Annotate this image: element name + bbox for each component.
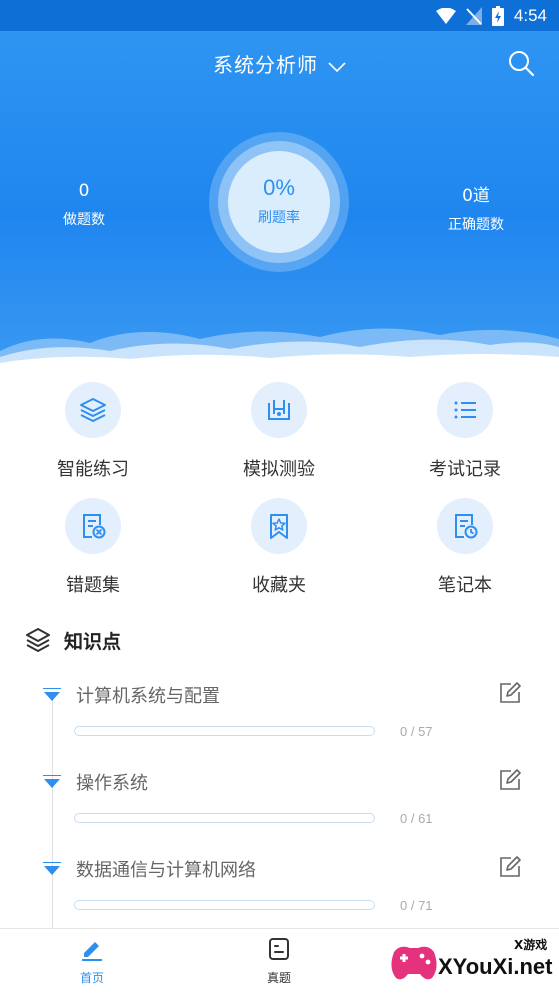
grid-item-wrong-questions[interactable]: 错题集 xyxy=(13,498,173,597)
wrong-doc-icon xyxy=(83,514,106,539)
progress-count: 0 / 71 xyxy=(400,898,433,913)
grid-icon-circle xyxy=(437,382,493,438)
watermark-small: X游戏 xyxy=(514,938,548,952)
gamepad-logo-icon xyxy=(391,946,437,980)
bookmark-star-icon xyxy=(270,514,288,539)
grid-label: 错题集 xyxy=(66,575,120,596)
correct-label: 正确题数 xyxy=(448,217,504,233)
done-label: 做题数 xyxy=(63,212,105,228)
grid-icon-circle xyxy=(65,382,121,438)
rate-circle: 0% 刷题率 xyxy=(228,151,330,253)
watermark-text: XYouXi.net xyxy=(438,954,553,979)
app-screen: { "status_bar": { "time": "4:54" }, "hea… xyxy=(0,0,559,994)
knowledge-item[interactable]: 操作系统 0 / 61 xyxy=(0,769,559,849)
nav-past-exams[interactable]: 真题 xyxy=(239,937,319,986)
grid-item-mock-test[interactable]: 模拟测验 xyxy=(199,382,359,481)
knowledge-item[interactable]: 数据通信与计算机网络 0 / 71 xyxy=(0,856,559,936)
site-watermark: X游戏 XYouXi.net xyxy=(388,932,558,990)
header-hero: 系统分析师 0 做题数 0% 刷题率 0道 正确题数 xyxy=(0,31,559,366)
flask-icon xyxy=(268,400,290,420)
grid-label: 考试记录 xyxy=(429,459,501,480)
grid-item-exam-records[interactable]: 考试记录 xyxy=(385,382,545,481)
correct-count: 0道 xyxy=(462,186,490,206)
grid-item-favorites[interactable]: 收藏夹 xyxy=(199,498,359,597)
grid-icon-circle xyxy=(251,498,307,554)
knowledge-header: 知识点 xyxy=(24,626,121,654)
exam-icon xyxy=(269,938,289,960)
grid-item-smart-practice[interactable]: 智能练习 xyxy=(13,382,173,481)
pencil-icon xyxy=(82,942,102,961)
knowledge-item-title: 操作系统 xyxy=(76,773,148,794)
subject-selector[interactable]: 系统分析师 xyxy=(0,49,559,78)
nav-label: 真题 xyxy=(266,971,291,985)
stat-done: 0 做题数 xyxy=(4,181,164,229)
grid-icon-circle xyxy=(65,498,121,554)
notebook-clock-icon xyxy=(455,514,478,539)
wifi-icon xyxy=(435,8,456,24)
knowledge-item[interactable]: 计算机系统与配置 0 / 57 xyxy=(0,682,559,762)
edit-icon[interactable] xyxy=(499,682,521,704)
progress-bar xyxy=(74,726,375,736)
progress-bar xyxy=(74,813,375,823)
progress-bar xyxy=(74,900,375,910)
grid-label: 笔记本 xyxy=(438,575,492,596)
search-icon[interactable] xyxy=(507,49,535,77)
knowledge-item-title: 数据通信与计算机网络 xyxy=(76,860,256,881)
status-bar: 4:54 xyxy=(0,0,559,31)
stat-correct: 0道 正确题数 xyxy=(396,181,556,234)
progress-count: 0 / 57 xyxy=(400,724,433,739)
grid-label: 智能练习 xyxy=(57,459,129,480)
edit-icon[interactable] xyxy=(499,856,521,878)
expand-triangle-icon[interactable] xyxy=(43,775,61,789)
knowledge-title: 知识点 xyxy=(64,630,122,653)
layers-icon xyxy=(26,628,50,652)
done-count: 0 xyxy=(78,181,90,201)
grid-icon-circle xyxy=(251,382,307,438)
no-signal-icon xyxy=(465,7,482,25)
grid-item-notebook[interactable]: 笔记本 xyxy=(385,498,545,597)
layers-icon xyxy=(80,398,106,422)
nav-label: 首页 xyxy=(79,971,104,985)
grid-label: 收藏夹 xyxy=(252,575,306,596)
nav-home[interactable]: 首页 xyxy=(52,937,132,986)
list-icon xyxy=(454,401,476,419)
cloud-waves xyxy=(0,328,559,366)
subject-title: 系统分析师 xyxy=(213,53,318,77)
status-icons: 4:54 xyxy=(435,5,547,27)
chevron-down-icon xyxy=(328,61,346,72)
rate-value: 0% xyxy=(263,175,295,200)
expand-triangle-icon[interactable] xyxy=(43,688,61,702)
grid-label: 模拟测验 xyxy=(243,459,315,480)
edit-icon[interactable] xyxy=(499,769,521,791)
progress-count: 0 / 61 xyxy=(400,811,433,826)
expand-triangle-icon[interactable] xyxy=(43,862,61,876)
status-time: 4:54 xyxy=(513,6,547,25)
battery-icon xyxy=(491,6,504,26)
grid-icon-circle xyxy=(437,498,493,554)
rate-label: 刷题率 xyxy=(258,210,300,226)
knowledge-item-title: 计算机系统与配置 xyxy=(76,686,220,707)
